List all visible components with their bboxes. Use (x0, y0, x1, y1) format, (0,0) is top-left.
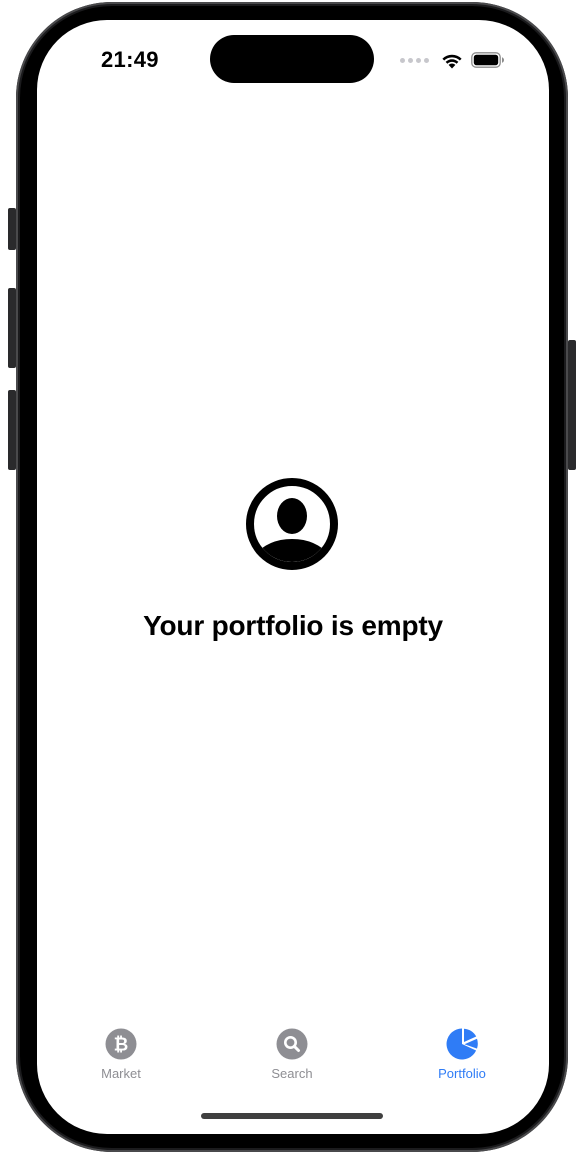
status-indicators (400, 50, 505, 70)
tab-search-label: Search (271, 1066, 313, 1081)
pie-chart-icon (446, 1028, 478, 1060)
volume-up-button (8, 288, 16, 368)
magnifying-glass-circle-icon (276, 1028, 308, 1060)
tab-market[interactable]: ₿ Market (61, 1028, 181, 1081)
battery-icon (471, 52, 504, 68)
tab-market-label: Market (101, 1066, 141, 1081)
volume-down-button (8, 390, 16, 470)
power-button (568, 340, 576, 470)
empty-state-title: Your portfolio is empty (143, 610, 443, 641)
tab-portfolio[interactable]: Portfolio (402, 1028, 522, 1081)
status-time: 21:49 (101, 47, 159, 72)
action-button (8, 208, 16, 250)
person-circle-icon (246, 478, 338, 570)
bitcoin-circle-icon: ₿ (105, 1028, 137, 1060)
dynamic-island (210, 35, 374, 83)
svg-text:₿: ₿ (114, 1035, 129, 1056)
tab-bar: ₿ Market Search Portfolio (37, 1028, 549, 1098)
tab-portfolio-label: Portfolio (438, 1066, 486, 1081)
cellular-signal-icon (400, 57, 429, 63)
app-screen: 21:49 Your portfolio is empty ₿ Market S… (37, 20, 549, 1134)
home-indicator[interactable] (201, 1113, 383, 1119)
wifi-icon (442, 54, 462, 68)
tab-search[interactable]: Search (232, 1028, 352, 1081)
